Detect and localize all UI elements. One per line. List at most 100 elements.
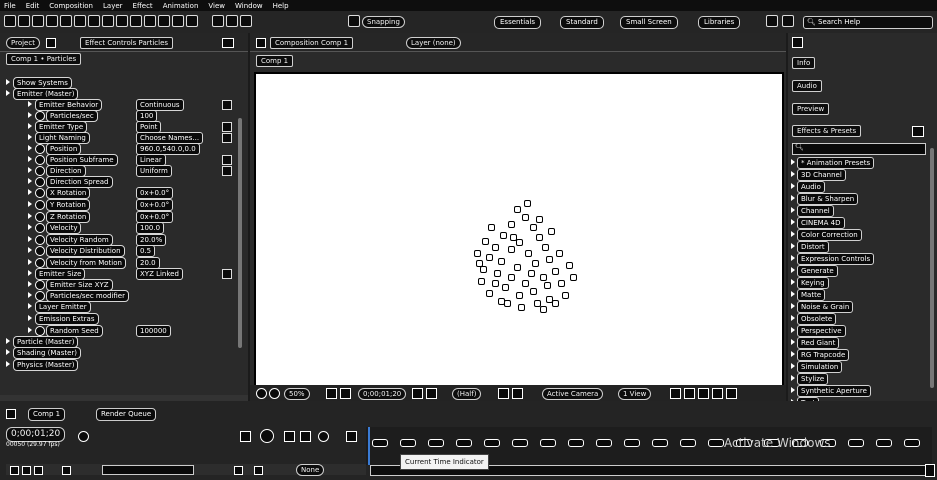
expand-triangle-icon[interactable]: [28, 224, 32, 230]
workspace-small-screen[interactable]: Small Screen: [620, 16, 678, 29]
expand-triangle-icon[interactable]: [791, 207, 795, 213]
dropdown-arrow-icon[interactable]: [222, 269, 232, 279]
menu-item-window[interactable]: Window: [235, 2, 263, 10]
stopwatch-icon[interactable]: [35, 144, 45, 154]
expand-triangle-icon[interactable]: [791, 387, 795, 393]
expand-triangle-icon[interactable]: [791, 315, 795, 321]
workspace-standard[interactable]: Standard: [560, 16, 604, 29]
effect-property-row[interactable]: Velocity Distribution 0.5: [0, 245, 240, 257]
stopwatch-icon[interactable]: [35, 280, 45, 290]
expand-triangle-icon[interactable]: [791, 195, 795, 201]
effects-category[interactable]: Blur & Sharpen: [791, 193, 931, 205]
menu-item-file[interactable]: File: [4, 2, 16, 10]
expand-triangle-icon[interactable]: [6, 361, 10, 367]
effect-property-row[interactable]: Physics (Master): [0, 359, 240, 371]
menu-item-help[interactable]: Help: [273, 2, 289, 10]
effects-search-input[interactable]: 🔍︎: [792, 143, 926, 155]
frame-blending-icon[interactable]: [300, 431, 311, 442]
expand-triangle-icon[interactable]: [791, 243, 795, 249]
expand-triangle-icon[interactable]: [6, 338, 10, 344]
expand-triangle-icon[interactable]: [791, 255, 795, 261]
magnification-dropdown[interactable]: 50%: [284, 388, 310, 400]
color-channel-icon[interactable]: [426, 388, 437, 399]
expand-triangle-icon[interactable]: [6, 349, 10, 355]
hide-shy-icon[interactable]: [284, 431, 295, 442]
effect-controls-scrollbar[interactable]: [238, 118, 242, 348]
parent-dropdown[interactable]: None: [296, 464, 325, 476]
search-help-field[interactable]: 🔍︎ Search Help: [803, 16, 933, 29]
tab-comp-timeline[interactable]: Comp 1: [28, 408, 66, 421]
effects-category[interactable]: Color Correction: [791, 229, 931, 241]
menu-item-animation[interactable]: Animation: [163, 2, 199, 10]
flowchart-icon[interactable]: [712, 388, 723, 399]
tab-composition[interactable]: Composition Comp 1: [270, 37, 354, 49]
audio-switch-icon[interactable]: [22, 466, 31, 475]
panel-effects-presets[interactable]: Effects & Presets: [792, 125, 862, 137]
expand-triangle-icon[interactable]: [791, 231, 795, 237]
draft-3d-icon[interactable]: [240, 431, 251, 442]
effect-switch-icon[interactable]: [234, 466, 243, 475]
effect-property-row[interactable]: Random Seed 100000: [0, 325, 240, 337]
expand-triangle-icon[interactable]: [28, 145, 32, 151]
effect-property-row[interactable]: Velocity from Motion 20.0: [0, 257, 240, 269]
hand-tool-icon[interactable]: [18, 15, 30, 27]
expand-triangle-icon[interactable]: [28, 292, 32, 298]
puppet-tool-icon[interactable]: [186, 15, 198, 27]
expand-triangle-icon[interactable]: [791, 327, 795, 333]
timeline-scroll-icon[interactable]: [925, 464, 935, 477]
timeline-close-icon[interactable]: [6, 409, 16, 419]
expand-triangle-icon[interactable]: [28, 315, 32, 321]
tab-layer[interactable]: Layer (none): [406, 37, 461, 49]
effect-property-row[interactable]: Light Naming Choose Names...: [0, 132, 240, 144]
expand-triangle-icon[interactable]: [28, 201, 32, 207]
expand-triangle-icon[interactable]: [28, 281, 32, 287]
effects-category[interactable]: Obsolete: [791, 313, 931, 325]
effect-property-row[interactable]: Position 960.0,540.0,0.0: [0, 143, 240, 155]
views-dropdown[interactable]: 1 View: [618, 388, 652, 400]
dropdown-arrow-icon[interactable]: [222, 166, 232, 176]
expand-triangle-icon[interactable]: [28, 303, 32, 309]
composition-viewer[interactable]: [254, 72, 784, 419]
expand-triangle-icon[interactable]: [28, 213, 32, 219]
expand-triangle-icon[interactable]: [28, 247, 32, 253]
pen-tool-icon[interactable]: [102, 15, 114, 27]
snapping-checkbox[interactable]: [348, 15, 360, 27]
transparency-grid-icon[interactable]: [512, 388, 523, 399]
effects-category[interactable]: Keying: [791, 277, 931, 289]
expand-triangle-icon[interactable]: [791, 183, 795, 189]
motion-blur-switch-icon[interactable]: [254, 466, 263, 475]
expand-triangle-icon[interactable]: [28, 178, 32, 184]
menu-item-layer[interactable]: Layer: [103, 2, 123, 10]
motion-blur-icon[interactable]: [260, 429, 274, 443]
effect-property-row[interactable]: Particles/sec modifier: [0, 290, 240, 302]
effects-category[interactable]: 3D Channel: [791, 169, 931, 181]
effects-category[interactable]: Channel: [791, 205, 931, 217]
effect-property-row[interactable]: X Rotation 0x+0.0°: [0, 187, 240, 199]
expand-triangle-icon[interactable]: [791, 159, 795, 165]
toggle-pixel-aspect-icon[interactable]: [670, 388, 681, 399]
effects-category[interactable]: Stylize: [791, 373, 931, 385]
expand-triangle-icon[interactable]: [791, 219, 795, 225]
effects-category[interactable]: Perspective: [791, 325, 931, 337]
expand-triangle-icon[interactable]: [28, 270, 32, 276]
expand-triangle-icon[interactable]: [791, 303, 795, 309]
stopwatch-icon[interactable]: [35, 212, 45, 222]
always-preview-icon[interactable]: [256, 388, 267, 399]
graph-editor-icon[interactable]: [318, 431, 329, 442]
dropdown-arrow-icon[interactable]: [222, 133, 232, 143]
expand-triangle-icon[interactable]: [28, 101, 32, 107]
effect-property-row[interactable]: Layer Emitter: [0, 301, 240, 313]
effects-category[interactable]: RG Trapcode: [791, 349, 931, 361]
expand-triangle-icon[interactable]: [791, 375, 795, 381]
effects-category[interactable]: Distort: [791, 241, 931, 253]
tab-render-queue[interactable]: Render Queue: [96, 408, 157, 421]
stopwatch-icon[interactable]: [35, 155, 45, 165]
axis-local-icon[interactable]: [212, 15, 224, 27]
menu-item-effect[interactable]: Effect: [133, 2, 153, 10]
menu-item-composition[interactable]: Composition: [49, 2, 93, 10]
lock-switch-icon[interactable]: [62, 466, 71, 475]
fast-previews-icon[interactable]: [684, 388, 695, 399]
effect-property-row[interactable]: Z Rotation 0x+0.0°: [0, 211, 240, 223]
effect-property-row[interactable]: Emitter (Master): [0, 88, 240, 100]
zoom-tool-icon[interactable]: [32, 15, 44, 27]
